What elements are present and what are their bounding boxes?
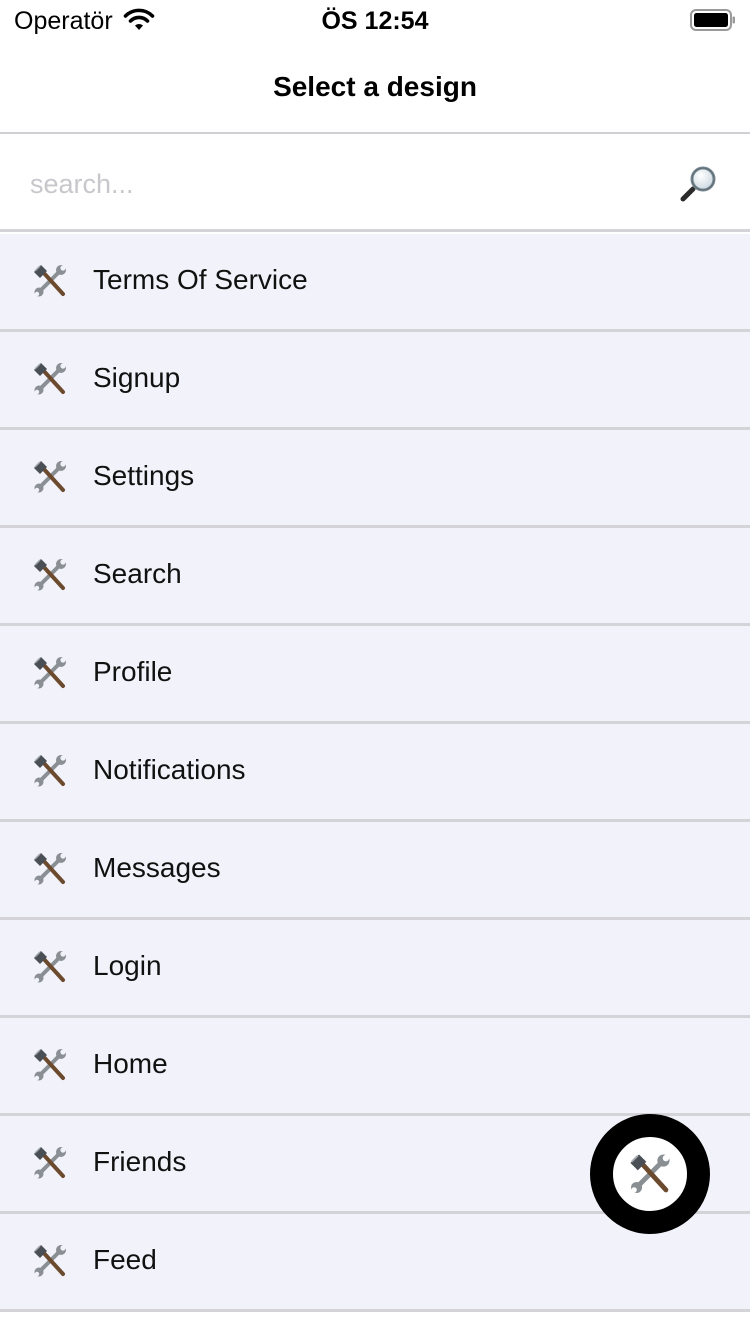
list-item-label: Login: [93, 950, 162, 981]
page-title: Select a design: [273, 71, 477, 102]
navigation-bar: Select a design: [0, 40, 750, 134]
magnifying-glass-icon[interactable]: [680, 164, 718, 202]
hammer-and-wrench-icon: [34, 657, 66, 689]
list-item[interactable]: Search: [0, 528, 750, 626]
list-item[interactable]: Home: [0, 1018, 750, 1116]
list-item[interactable]: Settings: [0, 430, 750, 528]
hammer-and-wrench-icon: [630, 1154, 670, 1193]
hammer-and-wrench-icon: [34, 1147, 66, 1179]
list-item-label: Profile: [93, 656, 173, 687]
list-item-label: Settings: [93, 460, 195, 491]
search-input[interactable]: [30, 160, 650, 208]
battery-icon: [690, 9, 735, 31]
list-item-label: Home: [93, 1048, 168, 1079]
list-item-label: Signup: [93, 362, 181, 393]
hammer-and-wrench-icon: [34, 265, 66, 297]
list-item-label: Terms Of Service: [93, 264, 308, 295]
hammer-and-wrench-icon: [34, 363, 66, 395]
hammer-and-wrench-icon: [34, 951, 66, 983]
list-item[interactable]: Login: [0, 920, 750, 1018]
list-item-label: Search: [93, 558, 182, 589]
hammer-and-wrench-icon: [34, 1049, 66, 1081]
list-item-label: Messages: [93, 852, 221, 883]
list-item-label: Feed: [93, 1244, 157, 1275]
hammer-and-wrench-icon: [34, 853, 66, 885]
list-item-label: Notifications: [93, 754, 246, 785]
status-bar: Operatör ÖS 12:54: [0, 0, 750, 40]
screen: Operatör ÖS 12:54 Select a design search…: [0, 0, 750, 1334]
search-bar: [0, 136, 750, 232]
hammer-and-wrench-icon: [34, 1245, 66, 1277]
list-item[interactable]: Terms Of Service: [0, 234, 750, 332]
floating-action-button[interactable]: [590, 1114, 710, 1234]
list-item-label: Friends: [93, 1146, 187, 1177]
hammer-and-wrench-icon: [34, 559, 66, 591]
list-item[interactable]: Profile: [0, 626, 750, 724]
list-item[interactable]: Signup: [0, 332, 750, 430]
hammer-and-wrench-icon: [34, 461, 66, 493]
list-item[interactable]: Messages: [0, 822, 750, 920]
hammer-and-wrench-icon: [34, 755, 66, 787]
status-time: ÖS 12:54: [321, 7, 429, 35]
list-item[interactable]: Notifications: [0, 724, 750, 822]
